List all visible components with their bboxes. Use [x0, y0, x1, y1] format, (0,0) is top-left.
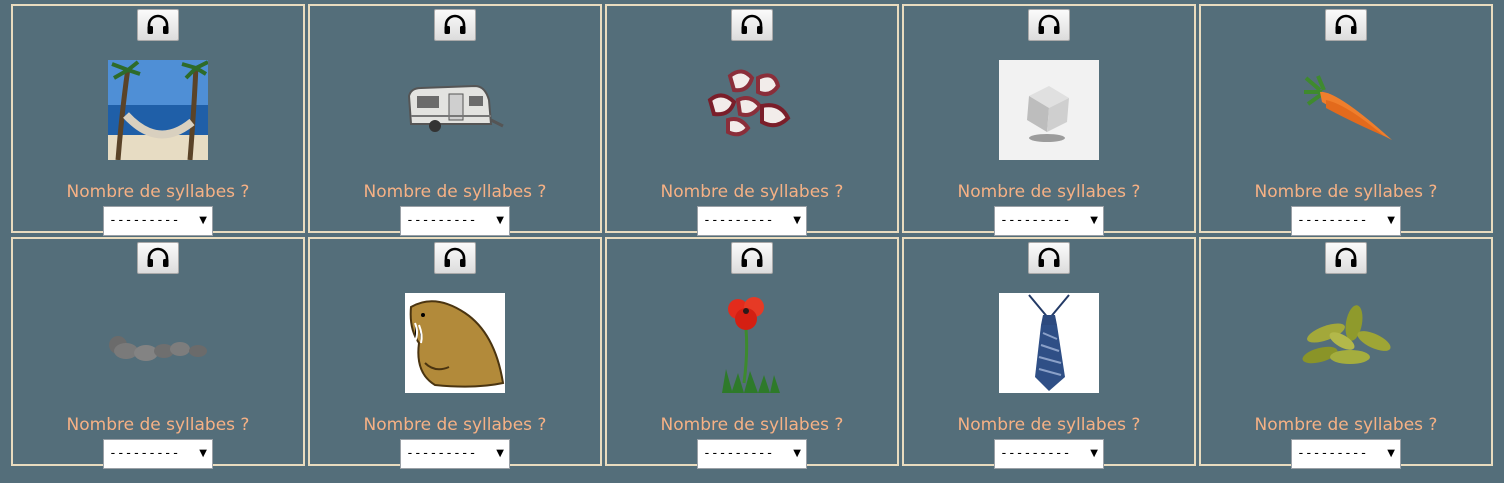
listen-button[interactable]	[137, 9, 179, 41]
syllable-question: Nombre de syllabes ?	[957, 415, 1141, 435]
syllable-count-select[interactable]: --------- ▼	[400, 439, 510, 469]
listen-button[interactable]	[1028, 9, 1070, 41]
syllable-count-select[interactable]: --------- ▼	[1291, 206, 1401, 236]
dropdown-arrow-icon: ▼	[1090, 215, 1098, 226]
word-card: Nombre de syllabes ? --------- ▼	[11, 4, 305, 236]
syllable-count-select[interactable]: --------- ▼	[994, 439, 1104, 469]
listen-button[interactable]	[434, 9, 476, 41]
syllable-question: Nombre de syllabes ?	[1254, 415, 1438, 435]
select-value: ---------	[1297, 446, 1368, 461]
word-card: Nombre de syllabes ? --------- ▼	[1199, 237, 1493, 469]
exercise-grid: Nombre de syllabes ? --------- ▼ Nombre d…	[11, 4, 1493, 469]
dropdown-arrow-icon: ▼	[199, 448, 207, 459]
word-card: Nombre de syllabes ? --------- ▼	[605, 4, 899, 236]
syllable-count-select[interactable]: --------- ▼	[697, 439, 807, 469]
listen-button[interactable]	[731, 9, 773, 41]
syllable-question: Nombre de syllabes ?	[66, 415, 250, 435]
listen-button[interactable]	[731, 242, 773, 274]
syllable-count-select[interactable]: --------- ▼	[103, 206, 213, 236]
select-value: ---------	[1000, 446, 1071, 461]
dropdown-arrow-icon: ▼	[199, 215, 207, 226]
dropdown-arrow-icon: ▼	[793, 448, 801, 459]
dropdown-arrow-icon: ▼	[496, 448, 504, 459]
headphones-icon	[741, 14, 763, 34]
octopus-pieces-image	[702, 60, 802, 160]
pickles-image	[1296, 293, 1396, 393]
headphones-icon	[444, 247, 466, 267]
listen-button[interactable]	[1325, 9, 1367, 41]
listen-button[interactable]	[1325, 242, 1367, 274]
dropdown-arrow-icon: ▼	[1387, 448, 1395, 459]
listen-button[interactable]	[434, 242, 476, 274]
select-value: ---------	[109, 446, 180, 461]
word-card: Nombre de syllabes ? --------- ▼	[902, 4, 1196, 236]
select-value: ---------	[406, 446, 477, 461]
syllable-count-select[interactable]: --------- ▼	[400, 206, 510, 236]
headphones-icon	[444, 14, 466, 34]
syllable-question: Nombre de syllabes ?	[66, 182, 250, 202]
listen-button[interactable]	[1028, 242, 1070, 274]
pebbles-image	[108, 293, 208, 393]
word-card: Nombre de syllabes ? --------- ▼	[11, 237, 305, 469]
select-value: ---------	[1297, 213, 1368, 228]
syllable-count-select[interactable]: --------- ▼	[103, 439, 213, 469]
syllable-question: Nombre de syllabes ?	[660, 415, 844, 435]
word-card: Nombre de syllabes ? --------- ▼	[308, 4, 602, 236]
headphones-icon	[1038, 14, 1060, 34]
syllable-question: Nombre de syllabes ?	[660, 182, 844, 202]
headphones-icon	[1038, 247, 1060, 267]
headphones-icon	[147, 14, 169, 34]
headphones-icon	[741, 247, 763, 267]
word-card: Nombre de syllabes ? --------- ▼	[902, 237, 1196, 469]
dropdown-arrow-icon: ▼	[1387, 215, 1395, 226]
syllable-question: Nombre de syllabes ?	[363, 415, 547, 435]
dropdown-arrow-icon: ▼	[496, 215, 504, 226]
necktie-image	[999, 293, 1099, 393]
headphones-icon	[147, 247, 169, 267]
headphones-icon	[1335, 14, 1357, 34]
hammock-image	[108, 60, 208, 160]
word-card: Nombre de syllabes ? --------- ▼	[308, 237, 602, 469]
syllable-count-select[interactable]: --------- ▼	[994, 206, 1104, 236]
select-value: ---------	[406, 213, 477, 228]
walrus-image	[405, 293, 505, 393]
syllable-count-select[interactable]: --------- ▼	[1291, 439, 1401, 469]
select-value: ---------	[703, 446, 774, 461]
caravan-image	[405, 60, 505, 160]
poppy-image	[702, 293, 802, 393]
headphones-icon	[1335, 247, 1357, 267]
listen-button[interactable]	[137, 242, 179, 274]
carrot-image	[1296, 60, 1396, 160]
select-value: ---------	[109, 213, 180, 228]
select-value: ---------	[703, 213, 774, 228]
dropdown-arrow-icon: ▼	[1090, 448, 1098, 459]
syllable-question: Nombre de syllabes ?	[363, 182, 547, 202]
syllable-question: Nombre de syllabes ?	[1254, 182, 1438, 202]
syllable-count-select[interactable]: --------- ▼	[697, 206, 807, 236]
select-value: ---------	[1000, 213, 1071, 228]
cube-image	[999, 60, 1099, 160]
dropdown-arrow-icon: ▼	[793, 215, 801, 226]
word-card: Nombre de syllabes ? --------- ▼	[1199, 4, 1493, 236]
syllable-question: Nombre de syllabes ?	[957, 182, 1141, 202]
word-card: Nombre de syllabes ? --------- ▼	[605, 237, 899, 469]
